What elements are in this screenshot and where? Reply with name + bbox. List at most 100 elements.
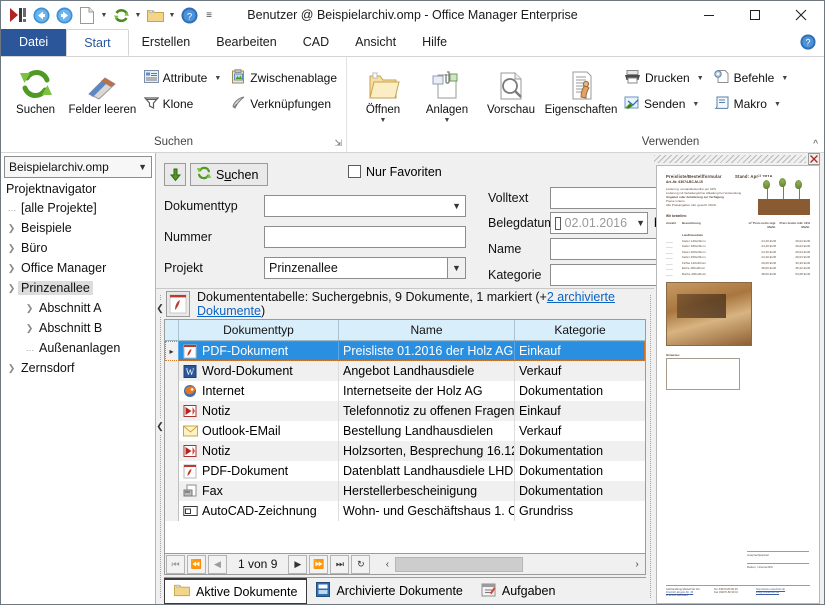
archive-selector[interactable]: Beispielarchiv.omp ▼ [4, 156, 152, 178]
search-button[interactable]: Suchen [190, 163, 268, 186]
preview-close-icon[interactable] [808, 153, 820, 165]
ribbon-button-makro[interactable]: Makro ▼ [709, 91, 794, 117]
grid-header-name[interactable]: Name [339, 320, 515, 340]
ribbon-button-zwischenablage[interactable]: Zwischenablage [226, 65, 342, 91]
forward-icon[interactable] [53, 4, 75, 26]
chevron-down-icon[interactable]: ▼ [444, 117, 451, 125]
table-row[interactable]: ▸ PDF-Dokument Preisliste 01.2016 der Ho… [165, 341, 645, 361]
tab-bearbeiten[interactable]: Bearbeiten [203, 29, 289, 56]
chevron-down-icon[interactable]: ▼ [697, 75, 704, 82]
tab-erstellen[interactable]: Erstellen [129, 29, 204, 56]
ribbon-button-suchen[interactable]: Suchen [5, 61, 66, 117]
tab-datei[interactable]: Datei [1, 29, 66, 56]
projekt-combo[interactable]: Prinzenallee ▼ [264, 257, 466, 279]
tree-item-abschnitt-b[interactable]: ❯ Abschnitt B [1, 318, 155, 338]
app-logo-icon[interactable] [7, 4, 29, 26]
drag-handle[interactable] [654, 155, 806, 163]
ribbon-button-attribute[interactable]: Attribute ▼ [139, 65, 227, 91]
tab-start[interactable]: Start [66, 29, 128, 56]
table-row[interactable]: PDF-Dokument Datenblatt Landhausdiele LH… [165, 461, 645, 481]
ribbon-button-anlagen[interactable]: Anlagen ▼ [415, 61, 479, 125]
ribbon-button-drucken[interactable]: Drucken ▼ [619, 65, 709, 91]
customize-qat-icon[interactable]: ≡ [201, 4, 217, 26]
next-record-button[interactable]: ▶ [288, 555, 307, 574]
ribbon-button-befehle[interactable]: Befehle ▼ [709, 65, 794, 91]
ribbon-help-icon[interactable]: ? [800, 34, 816, 53]
ribbon-button-klone[interactable]: Klone [139, 91, 227, 117]
chevron-right-icon[interactable]: ❯ [5, 363, 18, 374]
minimize-button[interactable] [686, 1, 732, 29]
chevron-right-icon[interactable]: ❯ [23, 303, 36, 314]
chevron-down-icon[interactable]: ▼ [781, 75, 788, 82]
tree-item-alle-projekte[interactable]: … [alle Projekte] [1, 198, 155, 218]
collapse-ribbon-icon[interactable]: ^ [813, 139, 818, 150]
chevron-down-icon[interactable]: ▼ [133, 4, 143, 26]
scroll-right-icon[interactable]: › [629, 559, 645, 570]
ribbon-button-felder-leeren[interactable]: Felder leeren [66, 61, 139, 117]
chevron-right-icon[interactable]: ❯ [5, 243, 18, 254]
ribbon-button-eigenschaften[interactable]: Eigenschaften [543, 61, 619, 117]
grid-header-dokumenttyp[interactable]: Dokumenttyp [179, 320, 339, 340]
bottom-tab-archivierte-dokumente[interactable]: Archivierte Dokumente [307, 578, 471, 604]
scroll-track[interactable] [395, 557, 629, 572]
right-splitter[interactable] [646, 289, 654, 604]
tree-item-zernsdorf[interactable]: ❯ Zernsdorf [1, 358, 155, 378]
first-record-button[interactable]: ⏮ [166, 555, 185, 574]
chevron-down-icon[interactable]: ❯ [5, 283, 18, 294]
maximize-button[interactable] [732, 1, 778, 29]
tree-item-beispiele[interactable]: ❯ Beispiele [1, 218, 155, 238]
table-row[interactable]: Internet Internetseite der Holz AG Dokum… [165, 381, 645, 401]
tab-cad[interactable]: CAD [290, 29, 342, 56]
download-button[interactable] [164, 163, 186, 186]
belegdatum-from[interactable]: 02.01.2016 ▼ [550, 212, 648, 234]
help-icon[interactable]: ? [178, 4, 200, 26]
chevron-down-icon[interactable]: ▼ [692, 101, 699, 108]
bottom-tab-aktive-dokumente[interactable]: Aktive Dokumente [164, 578, 307, 604]
dokumenttyp-combo[interactable]: ▼ [264, 195, 466, 217]
table-row[interactable]: Outlook-EMail Bestellung Landhausdielen … [165, 421, 645, 441]
chevron-down-icon[interactable]: ▼ [774, 101, 781, 108]
left-splitter[interactable]: ❮ ❮ [156, 289, 164, 604]
previous-page-button[interactable]: ⏪ [187, 555, 206, 574]
table-row[interactable]: Notiz Telefonnotiz zu offenen Fragen Ein… [165, 401, 645, 421]
table-row[interactable]: AutoCAD-Zeichnung Wohn- und Geschäftshau… [165, 501, 645, 521]
collapse-left-icon-2[interactable]: ❮ [156, 419, 164, 434]
horizontal-scrollbar[interactable]: ‹ › [379, 555, 645, 574]
ribbon-button-senden[interactable]: Senden ▼ [619, 91, 709, 117]
tree-item-buero[interactable]: ❯ Büro [1, 238, 155, 258]
chevron-down-icon[interactable]: ▼ [447, 258, 465, 278]
chevron-down-icon[interactable]: ▼ [380, 117, 387, 125]
table-row[interactable]: Notiz Holzsorten, Besprechung 16.12.2015… [165, 441, 645, 461]
tree-item-aussenanlagen[interactable]: … Außenanlagen [1, 338, 155, 358]
ribbon-button-verknuepfungen[interactable]: Verknüpfungen [226, 91, 342, 117]
next-page-button[interactable]: ⏩ [309, 555, 328, 574]
preview-document-page[interactable]: Preisliste/Bestellformular Stand: April … [656, 165, 820, 604]
nur-favoriten-checkbox[interactable] [348, 165, 361, 178]
chevron-right-icon[interactable]: ❯ [5, 263, 18, 274]
chevron-right-icon[interactable]: ❯ [5, 223, 18, 234]
close-button[interactable] [778, 1, 824, 29]
collapse-left-icon[interactable]: ❮ [156, 301, 164, 316]
grid-header-kategorie[interactable]: Kategorie [515, 320, 645, 340]
tab-ansicht[interactable]: Ansicht [342, 29, 409, 56]
ribbon-button-vorschau[interactable]: Vorschau [479, 61, 543, 117]
belegdatum-from-checkbox[interactable] [555, 217, 561, 230]
table-row[interactable]: Fax Herstellerbescheinigung Dokumentatio… [165, 481, 645, 501]
bottom-tab-aufgaben[interactable]: Aufgaben [472, 578, 565, 604]
chevron-right-icon[interactable]: ❯ [23, 323, 36, 334]
folder-icon[interactable] [144, 4, 166, 26]
back-icon[interactable] [30, 4, 52, 26]
tree-item-abschnitt-a[interactable]: ❯ Abschnitt A [1, 298, 155, 318]
refresh-search-icon[interactable] [110, 4, 132, 26]
chevron-down-icon[interactable]: ▼ [214, 75, 221, 82]
nur-favoriten-checkbox-wrap[interactable]: Nur Favoriten [348, 165, 442, 179]
ribbon-button-oeffnen[interactable]: Öffnen ▼ [351, 61, 415, 125]
refresh-records-button[interactable]: ↻ [351, 555, 370, 574]
chevron-down-icon[interactable]: ▼ [631, 218, 645, 228]
tree-item-office-manager[interactable]: ❯ Office Manager [1, 258, 155, 278]
pdf-icon[interactable] [166, 291, 190, 317]
chevron-down-icon[interactable]: ▼ [167, 4, 177, 26]
nummer-input[interactable] [264, 226, 466, 248]
tree-item-prinzenallee[interactable]: ❯ Prinzenallee [1, 278, 155, 298]
table-row[interactable]: W Word-Dokument Angebot Landhausdiele Ve… [165, 361, 645, 381]
